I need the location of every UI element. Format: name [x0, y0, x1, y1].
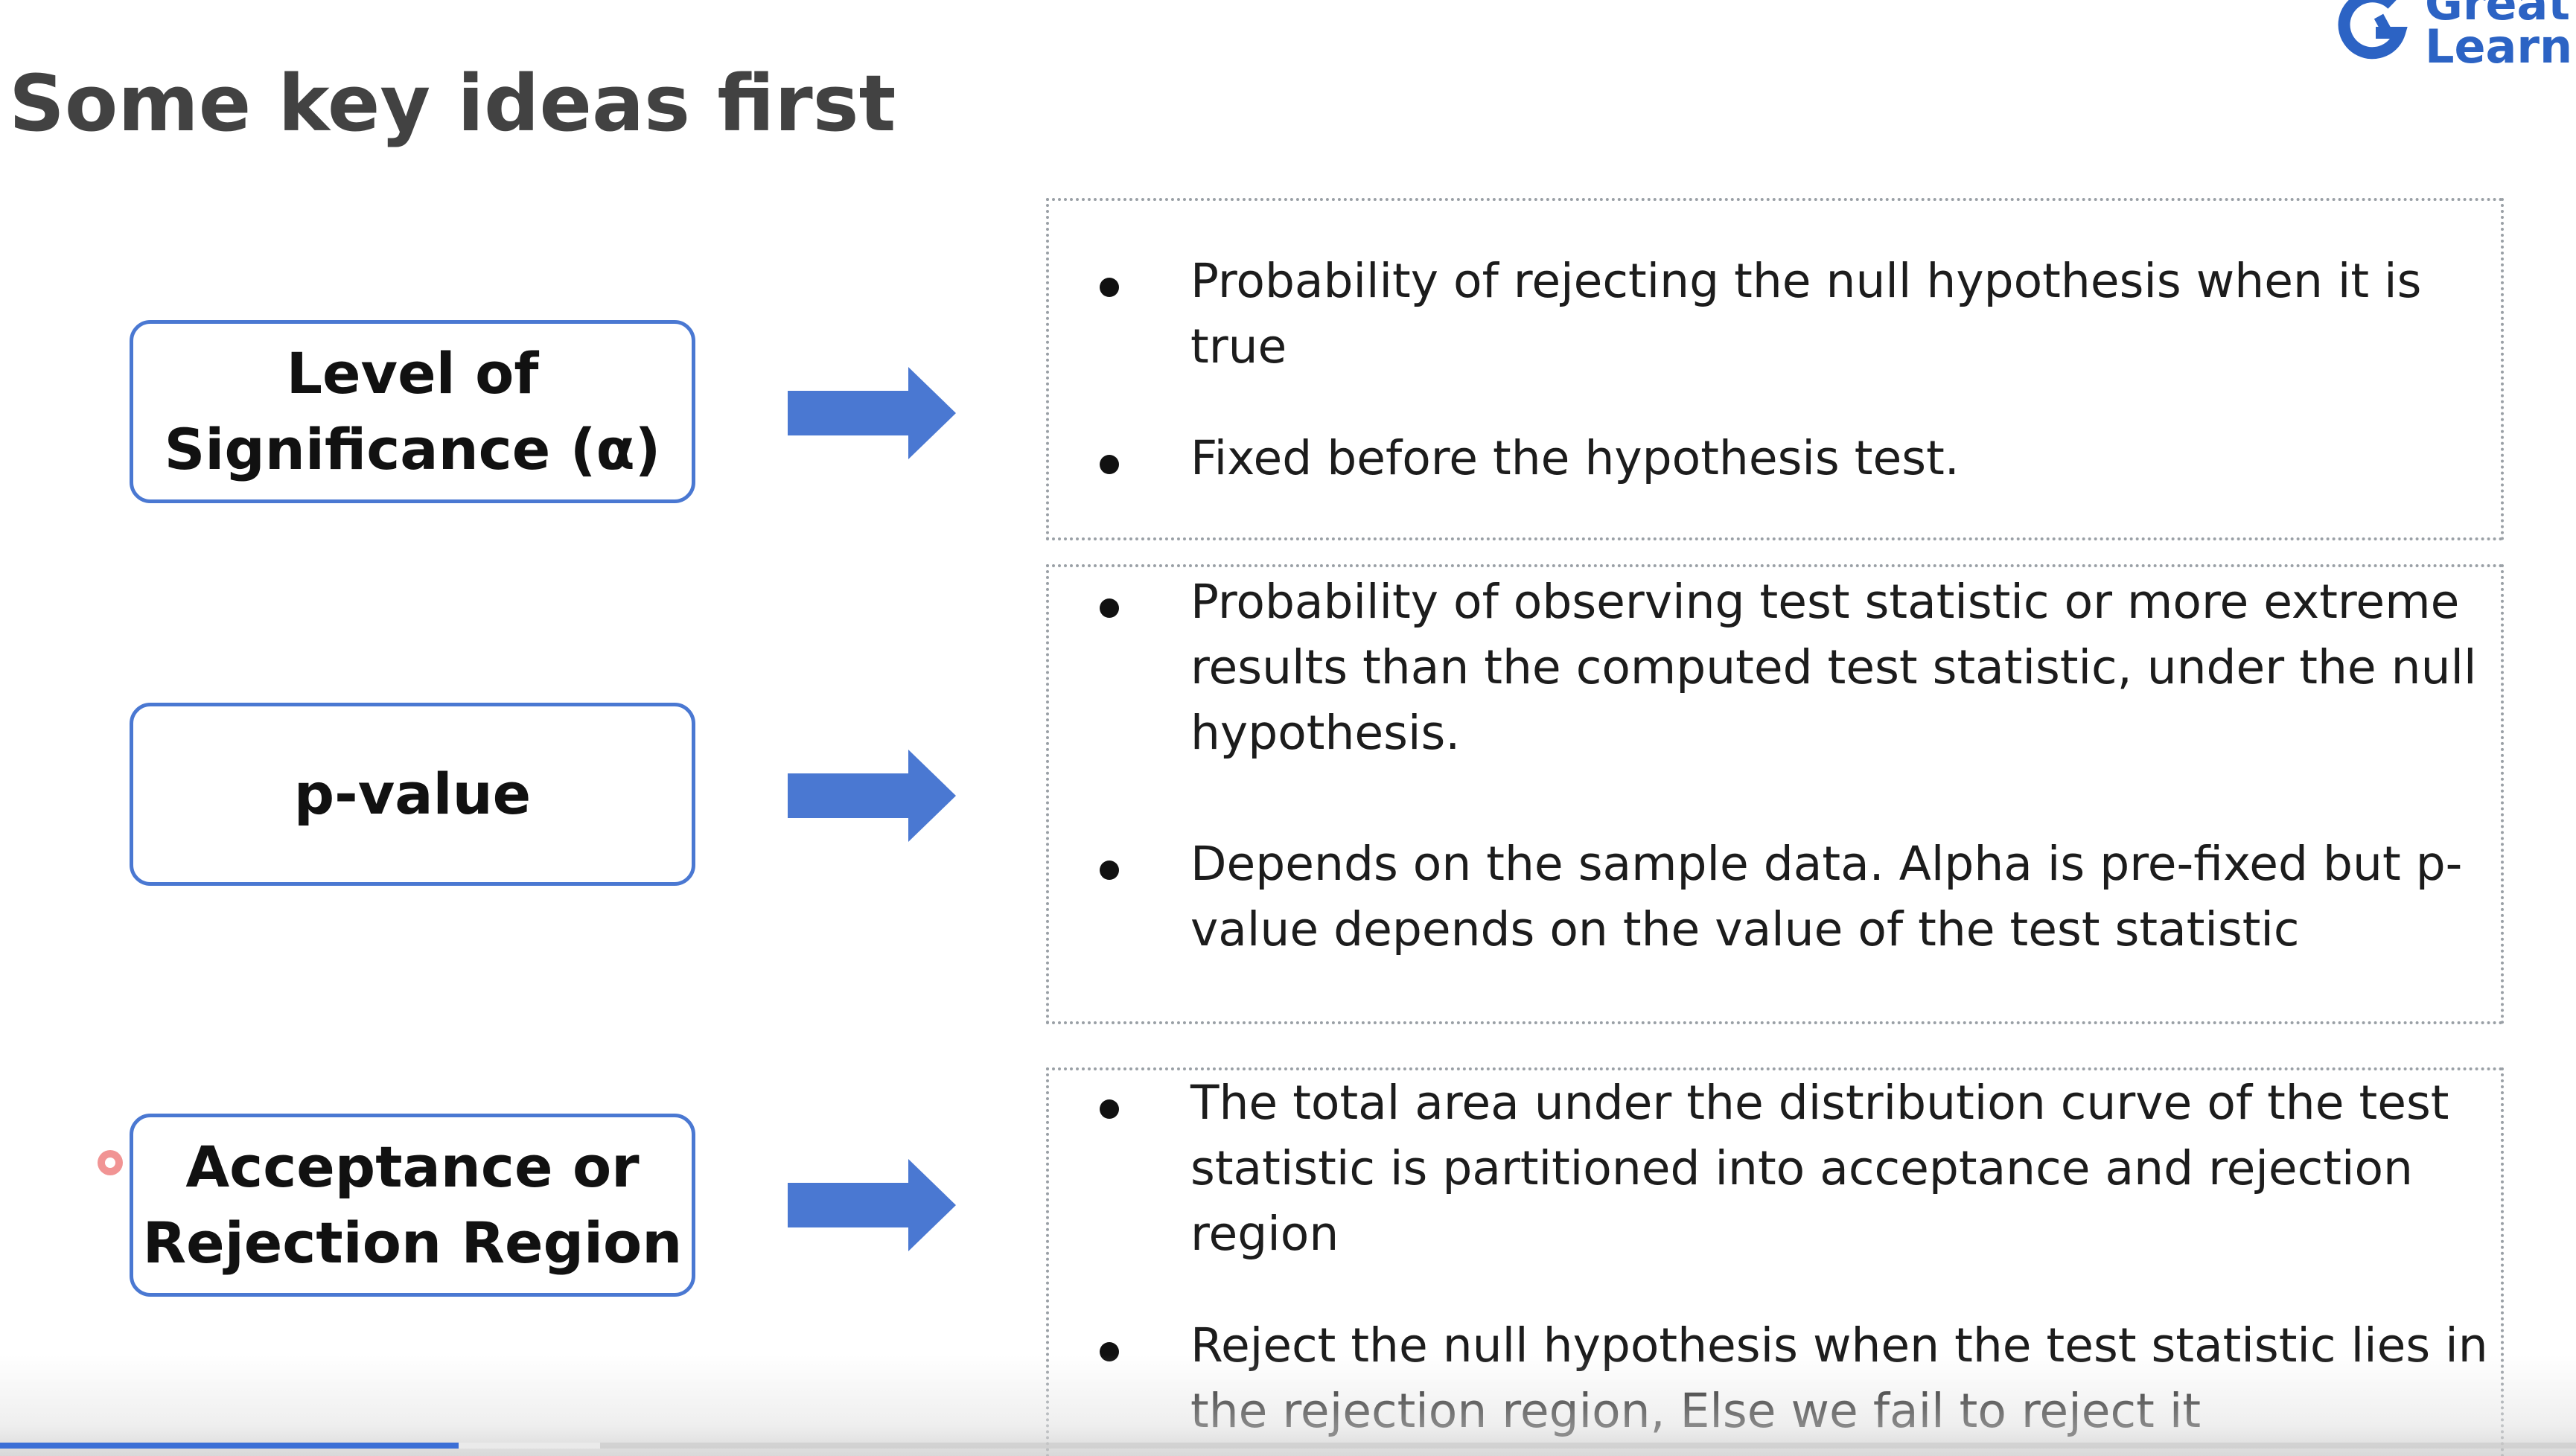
logo-wordmark: Great Learn: [2425, 0, 2573, 74]
g-logo-icon: [2338, 0, 2408, 60]
bullet-text: Fixed before the hypothesis test.: [1190, 431, 1960, 485]
bullet-item: Fixed before the hypothesis test.: [1190, 426, 2498, 491]
bullet-item: The total area under the distribution cu…: [1190, 1070, 2498, 1267]
great-learning-logo: Great Learn: [2334, 0, 2576, 91]
concept-box-significance: Level of Significance (α): [130, 320, 695, 503]
bullet-item: Probability of observing test statistic …: [1190, 569, 2498, 766]
bullet-text: Depends on the sample data. Alpha is pre…: [1190, 837, 2463, 957]
bullet-text: The total area under the distribution cu…: [1190, 1076, 2449, 1261]
bullet-text: Probability of observing test statistic …: [1190, 575, 2477, 760]
concept-box-p-value: p-value: [130, 703, 695, 886]
logo-line-2: Learn: [2425, 19, 2573, 74]
presentation-slide: Some key ideas first Great Learn Level o…: [0, 0, 2576, 1456]
slide-title: Some key ideas first: [9, 58, 896, 149]
right-arrow-icon: [788, 367, 956, 459]
concept-label: Acceptance or Rejection Region: [142, 1134, 683, 1276]
bullet-item: Depends on the sample data. Alpha is pre…: [1190, 831, 2498, 962]
concept-label: Level of Significance (α): [164, 340, 661, 482]
bullet-dot: [1100, 278, 1119, 297]
bullet-text: Probability of rejecting the null hypoth…: [1190, 254, 2422, 374]
right-arrow-icon: [788, 1159, 956, 1251]
video-progress-bar[interactable]: [0, 1443, 2576, 1449]
bullet-dot: [1100, 860, 1119, 880]
description-box-p-value: Probability of observing test statistic …: [1046, 564, 2504, 1024]
bullet-dot: [1100, 598, 1119, 618]
bullet-item: Probability of rejecting the null hypoth…: [1190, 249, 2498, 380]
description-box-significance: Probability of rejecting the null hypoth…: [1046, 198, 2504, 540]
bullet-dot: [1100, 1099, 1119, 1119]
video-progress-played: [0, 1443, 459, 1449]
video-controls-fade: [0, 1355, 2576, 1456]
concept-label: p-value: [293, 761, 532, 827]
right-arrow-icon: [788, 750, 956, 842]
concept-box-acceptance-rejection: Acceptance or Rejection Region: [130, 1114, 695, 1297]
bullet-dot: [1100, 455, 1119, 474]
laser-pointer-cursor: [98, 1150, 123, 1175]
